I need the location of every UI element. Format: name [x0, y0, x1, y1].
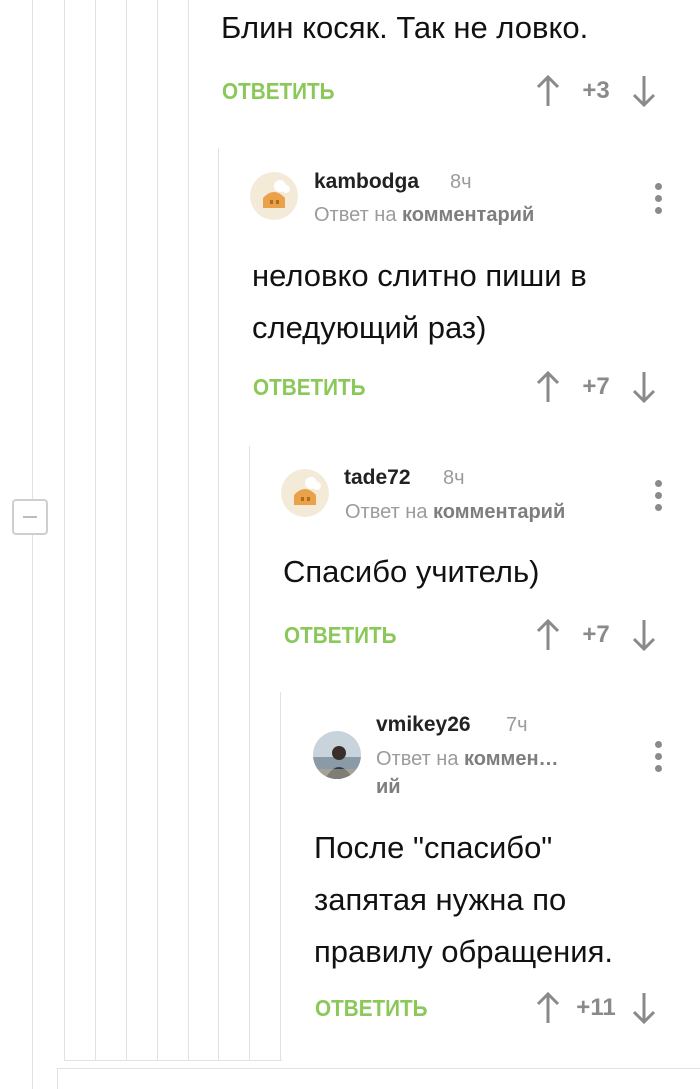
- thread-line: [57, 1068, 58, 1089]
- reply-to-prefix: Ответ на: [376, 748, 459, 770]
- author-name[interactable]: tade72: [344, 466, 411, 490]
- thread-divider: [64, 1060, 282, 1061]
- downvote-arrow-icon[interactable]: [630, 618, 658, 652]
- thread-line: [126, 0, 127, 1060]
- reply-to-link[interactable]: комментарий: [402, 204, 534, 226]
- avatar[interactable]: [250, 172, 298, 220]
- comment-text: Блин косяк. Так не ловко.: [221, 10, 589, 45]
- avatar[interactable]: [281, 469, 329, 517]
- comment-text-line: После "спасибо": [314, 830, 553, 865]
- reply-to-link-wrap[interactable]: ий: [376, 776, 401, 798]
- upvote-arrow-icon[interactable]: [534, 74, 562, 108]
- vote-controls: +11: [534, 991, 658, 1025]
- comment-score: +3: [582, 77, 610, 104]
- more-dots-icon[interactable]: [654, 480, 664, 514]
- comment-score: +7: [582, 621, 610, 648]
- thread-line: [95, 0, 96, 1060]
- comment-text-line: правилу обращения.: [314, 934, 613, 969]
- reply-to-link[interactable]: коммен…: [464, 748, 559, 770]
- vote-controls: +3: [534, 74, 658, 108]
- downvote-arrow-icon[interactable]: [630, 991, 658, 1025]
- comment-text: После "спасибо" запятая нужна по правилу…: [314, 822, 613, 978]
- reply-button[interactable]: ОТВЕТИТЬ: [315, 995, 428, 1022]
- comment-time: 8ч: [450, 171, 472, 193]
- comment-time: 7ч: [506, 714, 528, 736]
- reply-button[interactable]: ОТВЕТИТЬ: [253, 374, 366, 401]
- thread-line: [64, 0, 65, 1060]
- reply-to-prefix: Ответ на: [345, 501, 428, 523]
- comment-text-line: следующий раз): [252, 310, 487, 345]
- reply-button[interactable]: ОТВЕТИТЬ: [222, 78, 335, 105]
- comment-score: +7: [582, 373, 610, 400]
- reply-to-line: Ответ на комментарий: [314, 201, 534, 229]
- upvote-arrow-icon[interactable]: [534, 991, 562, 1025]
- reply-to-link[interactable]: комментарий: [433, 501, 565, 523]
- thread-divider: [57, 1068, 700, 1069]
- author-name[interactable]: vmikey26: [376, 713, 471, 737]
- thread-line: [218, 148, 219, 1060]
- more-dots-icon[interactable]: [654, 741, 664, 775]
- more-dots-icon[interactable]: [654, 183, 664, 217]
- upvote-arrow-icon[interactable]: [534, 370, 562, 404]
- author-name[interactable]: kambodga: [314, 170, 419, 194]
- vote-controls: +7: [534, 370, 658, 404]
- collapse-minus-icon[interactable]: [12, 499, 48, 535]
- comment-text: неловко слитно пиши в следующий раз): [252, 250, 587, 354]
- comment-text-line: запятая нужна по: [314, 882, 567, 917]
- comment-text-line: неловко слитно пиши в: [252, 258, 587, 293]
- avatar[interactable]: [313, 731, 361, 779]
- vote-controls: +7: [534, 618, 658, 652]
- thread-line: [188, 0, 189, 1060]
- thread-line: [249, 446, 250, 1060]
- thread-line: [32, 0, 33, 1089]
- comment-time: 8ч: [443, 467, 465, 489]
- comment-score: +11: [576, 994, 616, 1021]
- downvote-arrow-icon[interactable]: [630, 370, 658, 404]
- reply-to-line: Ответ на коммен… ий: [376, 745, 596, 801]
- thread-line: [157, 0, 158, 1060]
- comment-text: Спасибо учитель): [283, 554, 540, 589]
- upvote-arrow-icon[interactable]: [534, 618, 562, 652]
- reply-to-prefix: Ответ на: [314, 204, 397, 226]
- reply-button[interactable]: ОТВЕТИТЬ: [284, 622, 397, 649]
- downvote-arrow-icon[interactable]: [630, 74, 658, 108]
- reply-to-line: Ответ на комментарий: [345, 498, 565, 526]
- thread-line: [280, 692, 281, 1060]
